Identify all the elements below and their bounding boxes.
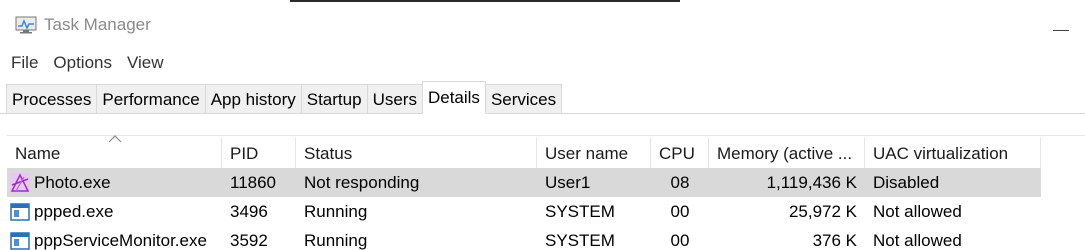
process-name: ppped.exe (34, 202, 114, 221)
process-name: Photo.exe (34, 173, 111, 192)
tab-processes[interactable]: Processes (6, 84, 97, 114)
affinity-photo-icon (10, 172, 30, 193)
menu-options[interactable]: Options (49, 50, 116, 76)
tab-strip: Processes Performance App history Startu… (0, 76, 1085, 114)
title-bar[interactable]: Task Manager (0, 6, 1085, 42)
process-name: pppServiceMonitor.exe (34, 231, 207, 250)
process-uac: Disabled (873, 173, 940, 192)
process-status: Running (304, 202, 368, 221)
process-memory: 25,972 K (788, 202, 857, 221)
process-window-icon (10, 202, 30, 221)
minimize-icon (1053, 30, 1069, 31)
process-pid: 11860 (230, 173, 277, 192)
table-row[interactable]: pppServiceMonitor.exe 3592 Running SYSTE… (7, 226, 1041, 250)
column-header-memory[interactable]: Memory (active ... (709, 138, 865, 168)
column-header-cpu[interactable]: CPU (651, 138, 709, 168)
process-cpu: 00 (670, 231, 690, 250)
process-cpu: 00 (670, 202, 690, 221)
column-header-status[interactable]: Status (296, 138, 537, 168)
task-manager-window: Task Manager File Options View Processes… (0, 0, 1085, 250)
process-window-icon (10, 231, 30, 250)
process-memory: 1,119,436 K (766, 173, 857, 192)
column-header-pid[interactable]: PID (222, 138, 296, 168)
tab-app-history[interactable]: App history (204, 84, 301, 114)
process-pid: 3592 (230, 231, 268, 250)
process-uac: Not allowed (873, 231, 962, 250)
tab-startup[interactable]: Startup (300, 84, 367, 114)
tab-services[interactable]: Services (485, 84, 563, 114)
minimize-button[interactable] (1039, 12, 1085, 42)
column-header-user-name[interactable]: User name (537, 138, 651, 168)
tab-performance[interactable]: Performance (96, 84, 205, 114)
menu-bar: File Options View (0, 50, 168, 76)
menu-view[interactable]: View (123, 50, 168, 76)
tab-details[interactable]: Details (421, 81, 486, 114)
column-header-uac-virtualization[interactable]: UAC virtualization (865, 138, 1041, 168)
details-table: Name PID Status User name CPU Memory (ac… (7, 135, 1085, 250)
background-edge (290, 0, 680, 2)
process-status: Not responding (304, 173, 420, 192)
process-user: SYSTEM (545, 231, 615, 250)
table-header: Name PID Status User name CPU Memory (ac… (7, 138, 1041, 168)
column-header-name[interactable]: Name (7, 138, 222, 168)
process-memory: 376 K (812, 231, 857, 250)
process-cpu: 08 (670, 173, 690, 192)
process-uac: Not allowed (873, 202, 962, 221)
process-user: SYSTEM (545, 202, 615, 221)
table-row[interactable]: Photo.exe 11860 Not responding User1 08 … (7, 168, 1041, 197)
table-row[interactable]: ppped.exe 3496 Running SYSTEM 00 25,972 … (7, 197, 1041, 226)
process-status: Running (304, 231, 368, 250)
tab-users[interactable]: Users (366, 84, 422, 114)
menu-file[interactable]: File (7, 50, 42, 76)
process-user: User1 (545, 173, 591, 192)
task-manager-icon (15, 16, 37, 34)
process-pid: 3496 (230, 202, 268, 221)
window-title: Task Manager (44, 15, 151, 34)
